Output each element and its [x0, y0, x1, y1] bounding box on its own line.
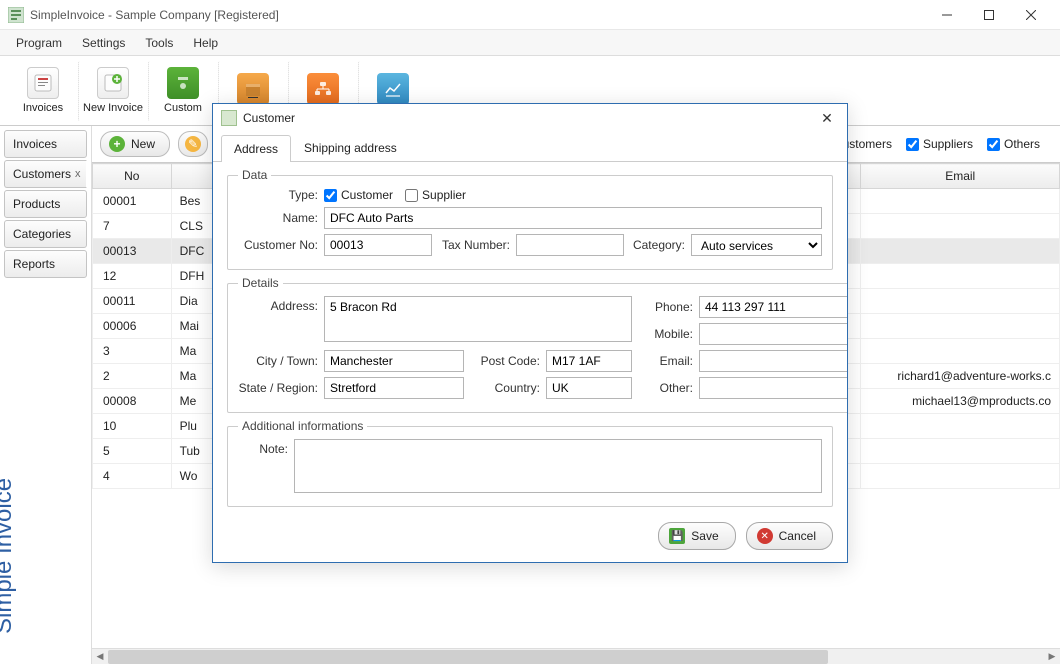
- dialog-tabs: Address Shipping address: [213, 134, 847, 162]
- customer-no-field[interactable]: [324, 234, 432, 256]
- label-email: Email:: [638, 354, 693, 368]
- label-tax-number: Tax Number:: [438, 238, 510, 252]
- dialog-titlebar: Customer ✕: [213, 104, 847, 132]
- customer-dialog: Customer ✕ Address Shipping address Data…: [212, 103, 848, 563]
- save-icon: 💾: [669, 528, 685, 544]
- label-type: Type:: [238, 188, 318, 202]
- checkbox-customer[interactable]: Customer: [324, 188, 393, 202]
- label-country: Country:: [470, 381, 540, 395]
- label-postcode: Post Code:: [470, 354, 540, 368]
- label-note: Note:: [238, 439, 288, 456]
- label-city: City / Town:: [238, 354, 318, 368]
- dialog-close-button[interactable]: ✕: [815, 110, 839, 127]
- other-field[interactable]: [699, 377, 847, 399]
- fieldset-data: Data Type: Customer Supplier Name: Custo…: [227, 168, 833, 270]
- fieldset-additional: Additional informations Note:: [227, 419, 833, 507]
- cancel-button[interactable]: ✕ Cancel: [746, 522, 833, 550]
- label-mobile: Mobile:: [638, 327, 693, 341]
- cancel-icon: ✕: [757, 528, 773, 544]
- legend-additional: Additional informations: [238, 419, 367, 433]
- label-other: Other:: [638, 381, 693, 395]
- checkbox-supplier[interactable]: Supplier: [405, 188, 466, 202]
- label-category: Category:: [630, 238, 685, 252]
- note-field[interactable]: [294, 439, 822, 493]
- category-select[interactable]: Auto services: [691, 234, 822, 256]
- phone-field[interactable]: [699, 296, 847, 318]
- name-field[interactable]: [324, 207, 822, 229]
- city-field[interactable]: [324, 350, 464, 372]
- label-phone: Phone:: [638, 300, 693, 314]
- email-field[interactable]: [699, 350, 847, 372]
- address-field[interactable]: 5 Bracon Rd: [324, 296, 632, 342]
- state-field[interactable]: [324, 377, 464, 399]
- dialog-icon: [221, 110, 237, 126]
- tax-number-field[interactable]: [516, 234, 624, 256]
- fieldset-details: Details Address: 5 Bracon Rd Phone: Mobi…: [227, 276, 847, 413]
- country-field[interactable]: [546, 377, 632, 399]
- postcode-field[interactable]: [546, 350, 632, 372]
- label-name: Name:: [238, 211, 318, 225]
- label-customer-no: Customer No:: [238, 238, 318, 252]
- legend-details: Details: [238, 276, 283, 290]
- mobile-field[interactable]: [699, 323, 847, 345]
- label-address: Address:: [238, 296, 318, 313]
- tab-address[interactable]: Address: [221, 135, 291, 162]
- tab-shipping[interactable]: Shipping address: [291, 134, 410, 161]
- dialog-title: Customer: [243, 111, 295, 125]
- save-button[interactable]: 💾 Save: [658, 522, 735, 550]
- legend-data: Data: [238, 168, 271, 182]
- label-state: State / Region:: [238, 381, 318, 395]
- dialog-overlay: Customer ✕ Address Shipping address Data…: [0, 0, 1060, 664]
